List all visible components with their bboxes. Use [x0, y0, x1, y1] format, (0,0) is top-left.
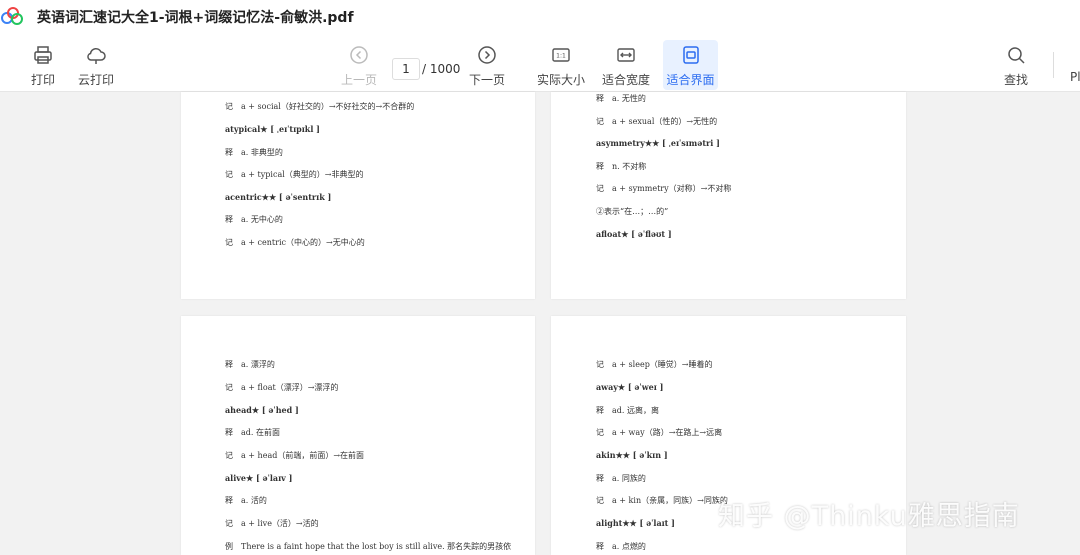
app-logo-icon — [1, 7, 23, 25]
search-button[interactable]: 查找 — [998, 40, 1034, 90]
text-line: 记 a + centric（中心的）→无中心的 — [225, 238, 365, 247]
text-line: 记 a + float（漂浮）→漂浮的 — [225, 383, 339, 392]
pdf-page-top-right: 释 a. 无性的 记 a + sexual（性的）→无性的 asymmetry★… — [551, 92, 906, 299]
text-line: 记 a + kin（亲属，同族）→同族的 — [596, 496, 728, 505]
text-line: 释 a. 无性的 — [596, 94, 646, 103]
actual-size-label: 实际大小 — [536, 73, 585, 87]
actual-size-icon: 1:1 — [552, 48, 570, 62]
print-button[interactable]: 打印 — [22, 40, 64, 90]
fit-page-label: 适合界面 — [666, 73, 715, 87]
text-line: 记 a + sleep（睡觉）→睡着的 — [596, 360, 713, 369]
text-line: 记 a + sexual（性的）→无性的 — [596, 117, 718, 126]
text-line: 记 a + head（前端，前面）→在前面 — [225, 451, 365, 460]
text-line: alight★★ [ əˈlaɪt ] — [596, 518, 675, 528]
text-line: 例 There is a faint hope that the lost bo… — [225, 542, 512, 551]
text-line: ②表示“在…；…的” — [596, 207, 669, 216]
actual-size-button[interactable]: 1:1 实际大小 — [534, 40, 588, 90]
toolbar-divider — [1053, 52, 1054, 78]
text-line: akin★★ [ əˈkɪn ] — [596, 450, 668, 460]
svg-text:1:1: 1:1 — [556, 53, 566, 60]
text-line: 释 a. 非典型的 — [225, 148, 283, 157]
text-line: 释 a. 无中心的 — [225, 215, 283, 224]
text-line: 记 a + way（路）→在路上→远离 — [596, 428, 723, 437]
fit-page-icon — [682, 46, 699, 64]
text-line: 记 a + social（好社交的）→不好社交的→不合群的 — [225, 102, 415, 111]
text-line: alive★ [ əˈlaɪv ] — [225, 473, 293, 483]
arrow-right-circle-icon — [478, 46, 496, 64]
page-number-input[interactable]: 1 — [392, 58, 420, 80]
toolbar-overflow-label[interactable]: Pl — [1070, 70, 1080, 84]
printer-icon — [34, 46, 52, 64]
text-line: 释 a. 点燃的 — [596, 542, 646, 551]
cloud-icon — [87, 47, 106, 64]
text-line: atypical★ [ ˌeɪˈtɪpɪkl ] — [225, 124, 320, 134]
text-line: away★ [ əˈweɪ ] — [596, 382, 664, 392]
prev-page-button[interactable]: 上一页 — [336, 40, 382, 90]
text-line: 释 ad. 在前面 — [225, 428, 280, 437]
text-line: ahead★ [ əˈhed ] — [225, 405, 299, 415]
text-line: 释 a. 活的 — [225, 496, 267, 505]
text-line: 记 a + live（活）→活的 — [225, 519, 319, 528]
text-line: 释 a. 同族的 — [596, 474, 646, 483]
fit-width-icon — [617, 48, 635, 62]
text-line: asymmetry★★ [ ˌeɪˈsɪmətri ] — [596, 138, 720, 148]
text-line: 释 n. 不对称 — [596, 162, 647, 171]
text-line: afloat★ [ əˈfləʊt ] — [596, 229, 672, 239]
next-page-button[interactable]: 下一页 — [464, 40, 510, 90]
watermark: 知乎 @Thinku雅思指南 — [718, 501, 1020, 532]
text-line: acentric★★ [ əˈsentrɪk ] — [225, 192, 332, 202]
print-label: 打印 — [30, 73, 55, 87]
fit-width-button[interactable]: 适合宽度 — [600, 40, 652, 90]
next-page-label: 下一页 — [468, 73, 505, 87]
title-bar: 英语词汇速记大全1-词根+词缀记忆法-俞敏洪.pdf — [0, 0, 1080, 34]
search-label: 查找 — [1003, 73, 1028, 87]
fit-page-button[interactable]: 适合界面 — [663, 40, 718, 90]
pdf-page-top-left: 记 a + social（好社交的）→不好社交的→不合群的 atypical★ … — [181, 92, 535, 299]
cloud-print-button[interactable]: 云打印 — [72, 40, 120, 90]
prev-page-label: 上一页 — [340, 73, 377, 87]
document-title: 英语词汇速记大全1-词根+词缀记忆法-俞敏洪.pdf — [37, 10, 354, 26]
toolbar: 打印 云打印 上一页 1 / 1000 下一页 1:1 实际大小 适合宽度 适合… — [0, 34, 1080, 92]
text-line: 释 ad. 远离，离 — [596, 406, 659, 415]
fit-width-label: 适合宽度 — [601, 73, 650, 87]
cloud-print-label: 云打印 — [77, 73, 114, 87]
pdf-page-bottom-left: 释 a. 漂浮的 记 a + float（漂浮）→漂浮的 ahead★ [ əˈ… — [181, 316, 535, 555]
text-line: 记 a + typical（典型的）→非典型的 — [225, 170, 364, 179]
page-total: / 1000 — [422, 62, 461, 76]
text-line: 释 a. 漂浮的 — [225, 360, 275, 369]
arrow-left-circle-icon — [350, 46, 368, 64]
search-icon — [1008, 47, 1025, 64]
text-line: 记 a + symmetry（对称）→不对称 — [596, 184, 732, 193]
